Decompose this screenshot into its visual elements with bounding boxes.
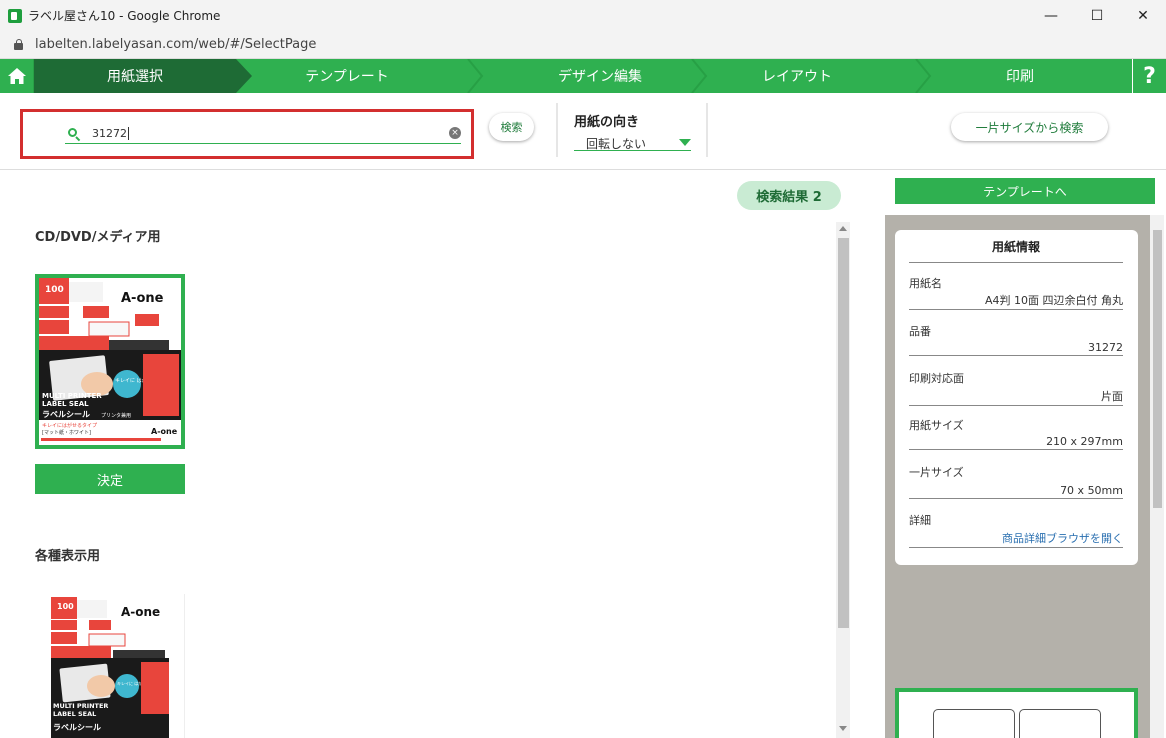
category-title: CD/DVD/メディア用 [35, 230, 161, 245]
package-count: 100 [45, 285, 64, 295]
search-input[interactable]: 31272 × [65, 124, 461, 144]
step-paper-select[interactable]: 用紙選択 [34, 59, 252, 93]
info-label-print-side: 印刷対応面 [909, 372, 964, 385]
package-title-jp: ラベルシール [42, 410, 90, 419]
orientation-label: 用紙の向き [574, 115, 640, 130]
package-printer: プリンタ兼用 [101, 412, 131, 419]
search-result-count: 検索結果 2 [737, 181, 841, 210]
package-title-en-2: LABEL SEAL [53, 710, 96, 718]
info-scrollbar-thumb[interactable] [1153, 230, 1162, 508]
url-text[interactable]: labelten.labelyasan.com/web/#/SelectPage [35, 37, 316, 52]
label-cell [1019, 709, 1101, 738]
window-controls: — ☐ ✕ [1028, 0, 1166, 31]
help-button[interactable]: ? [1132, 59, 1166, 93]
brand-logo-top: A-one [121, 605, 160, 619]
search-input-value[interactable]: 31272 [92, 127, 129, 141]
step-separator-icon [915, 59, 932, 93]
brand-logo-top: A-one [121, 291, 164, 306]
close-button[interactable]: ✕ [1120, 0, 1166, 31]
divider [706, 103, 708, 157]
product-package-image: 100 A-one キレイに はがせる MULTI PRINTER LABEL … [51, 597, 169, 738]
step-layout[interactable]: レイアウト [708, 59, 886, 93]
search-highlight-box: 31272 × [20, 109, 474, 159]
layout-preview [895, 688, 1138, 738]
maximize-button[interactable]: ☐ [1074, 0, 1120, 31]
search-button[interactable]: 検索 [489, 113, 534, 141]
paper-info-card: 用紙情報 用紙名 A4判 10面 四辺余白付 角丸 品番 31272 印刷対応面… [895, 230, 1138, 565]
info-value-piece-size: 70 x 50mm [909, 484, 1123, 499]
package-title-jp: ラベルシール [53, 723, 101, 732]
package-count: 100 [57, 602, 74, 611]
search-toolbar: 31272 × 検索 用紙の向き 回転しない 一片サイズから検索 [0, 93, 1166, 170]
info-label-piece-size: 一片サイズ [909, 466, 964, 479]
product-details-link[interactable]: 商品詳細ブラウザを開く [909, 530, 1123, 548]
product-thumbnail[interactable]: 100 A-one キレイに はがせる MULTI PRINTER LABEL … [35, 594, 185, 738]
info-value-paper-name: A4判 10面 四辺余白付 角丸 [909, 292, 1123, 310]
info-value-print-side: 片面 [909, 388, 1123, 406]
dropdown-arrow-icon [679, 139, 691, 146]
label-cell [933, 709, 1015, 738]
decide-button[interactable]: 決定 [35, 464, 185, 494]
lock-icon [14, 39, 23, 50]
package-title-en-1: MULTI PRINTER [42, 392, 102, 400]
category-title: 各種表示用 [35, 549, 101, 564]
step-navigation: 用紙選択 テンプレート デザイン編集 レイアウト 印刷 ? [0, 59, 1166, 93]
address-bar[interactable]: labelten.labelyasan.com/web/#/SelectPage [0, 31, 1166, 59]
divider [556, 103, 558, 157]
home-button[interactable] [0, 59, 34, 93]
orientation-select[interactable]: 回転しない [574, 135, 691, 151]
info-label-paper-size: 用紙サイズ [909, 419, 964, 432]
brand-logo-bottom: A-one [151, 427, 178, 436]
window-titlebar: ラベル屋さん10 - Google Chrome — ☐ ✕ [0, 0, 1166, 31]
results-scrollbar-thumb[interactable] [838, 238, 849, 628]
package-title-en-2: LABEL SEAL [42, 400, 89, 408]
info-label-details: 詳細 [909, 514, 931, 527]
scroll-down-icon[interactable] [839, 726, 847, 731]
scroll-up-icon[interactable] [839, 226, 847, 231]
size-search-button[interactable]: 一片サイズから検索 [951, 113, 1108, 141]
info-value-product-no: 31272 [909, 341, 1123, 356]
paper-info-title: 用紙情報 [909, 238, 1123, 263]
step-template[interactable]: テンプレート [252, 59, 442, 93]
step-design-edit[interactable]: デザイン編集 [484, 59, 716, 93]
go-to-template-button[interactable]: テンプレートへ [895, 178, 1155, 204]
search-icon [68, 127, 81, 141]
window-title: ラベル屋さん10 - Google Chrome [28, 9, 221, 23]
info-label-product-no: 品番 [909, 325, 931, 338]
orientation-value: 回転しない [586, 137, 647, 151]
product-thumbnail-selected[interactable]: 100 A-one キレイに はがせる MULTI PRINTER LABEL … [35, 274, 185, 449]
product-package-image: 100 A-one キレイに はがせる MULTI PRINTER LABEL … [39, 278, 181, 445]
info-label-paper-name: 用紙名 [909, 277, 942, 290]
package-title-en-1: MULTI PRINTER [53, 702, 108, 710]
minimize-button[interactable]: — [1028, 0, 1074, 31]
info-value-paper-size: 210 x 297mm [909, 435, 1123, 450]
step-separator-icon [691, 59, 708, 93]
step-separator-icon [467, 59, 484, 93]
package-finish: [マット紙・ホワイト] [42, 429, 91, 436]
app-icon [8, 8, 22, 23]
package-subtitle: キレイにはがせるタイプ [42, 422, 97, 429]
step-print[interactable]: 印刷 [932, 59, 1108, 93]
home-icon [7, 68, 26, 84]
clear-icon[interactable]: × [449, 127, 461, 139]
